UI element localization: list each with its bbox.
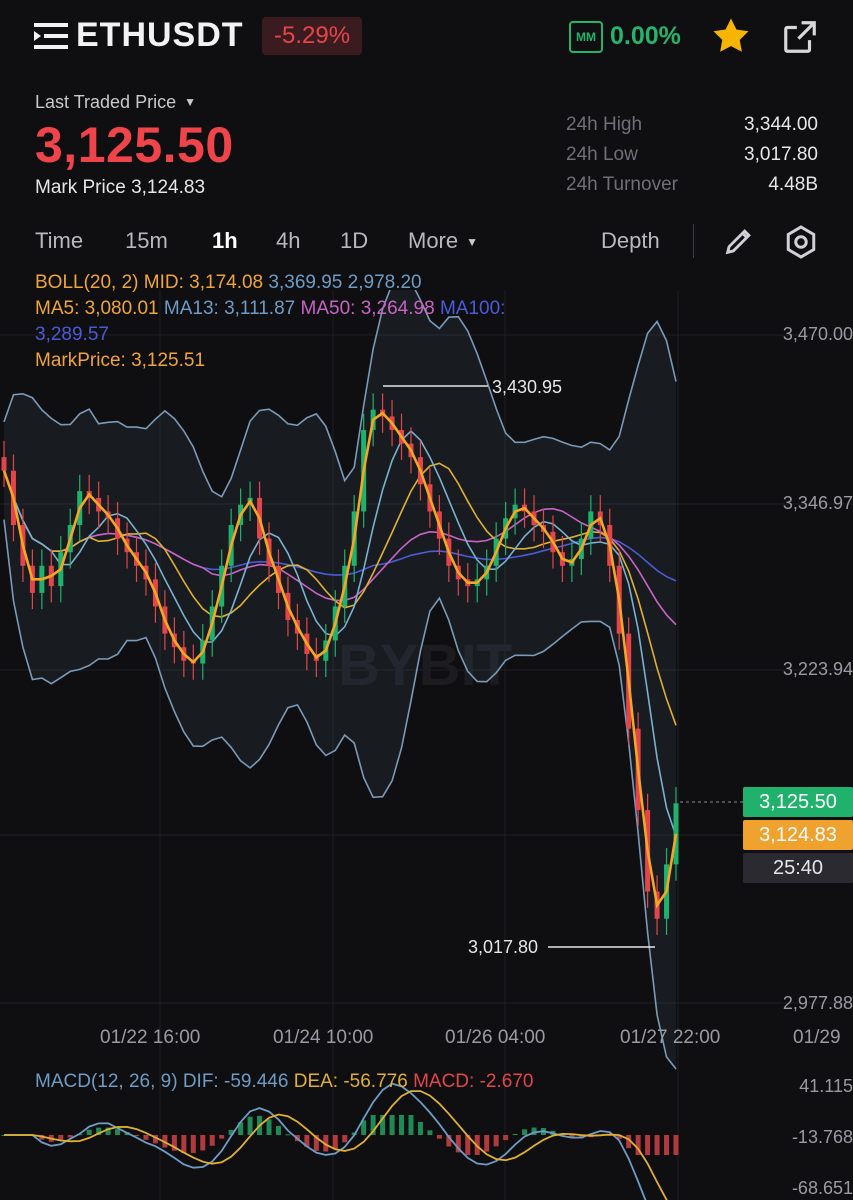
boll-legend: BOLL(20, 2) MID: 3,174.08 3,369.95 2,978… bbox=[35, 272, 422, 293]
bollinger-band bbox=[4, 290, 676, 1069]
macd-bar bbox=[399, 1115, 405, 1135]
x-tick: 01/24 10:00 bbox=[273, 1027, 374, 1048]
stats-panel: 24h High 3,344.00 24h Low 3,017.80 24h Tur… bbox=[566, 114, 818, 204]
macd-bar bbox=[484, 1135, 490, 1152]
macd-bar bbox=[522, 1129, 528, 1135]
macd-bar bbox=[493, 1135, 499, 1147]
macd-bar bbox=[247, 1116, 253, 1135]
macd-bar bbox=[200, 1135, 206, 1151]
symbol-title[interactable]: ETHUSDT bbox=[76, 16, 244, 55]
macd-bar bbox=[285, 1134, 291, 1136]
macd-bar bbox=[266, 1119, 272, 1135]
mark-price-tag: 3,124.83 bbox=[743, 820, 853, 850]
macd-bar bbox=[219, 1135, 225, 1139]
y-tick: 2,977.88 bbox=[782, 993, 853, 1013]
tab-4h[interactable]: 4h bbox=[276, 228, 300, 254]
y-tick: 3,346.97 bbox=[782, 493, 853, 513]
menu-icon[interactable] bbox=[34, 22, 68, 50]
gear-icon[interactable] bbox=[783, 224, 819, 260]
pencil-icon[interactable] bbox=[722, 224, 756, 258]
macd-bar bbox=[143, 1135, 149, 1140]
macd-bar bbox=[664, 1135, 670, 1155]
star-icon[interactable] bbox=[710, 15, 752, 57]
macd-bar bbox=[342, 1135, 348, 1143]
macd-bar bbox=[436, 1135, 442, 1139]
x-tick: 01/26 04:00 bbox=[445, 1027, 546, 1048]
y-tick: 3,470.00 bbox=[782, 324, 853, 344]
macd-bar bbox=[417, 1121, 423, 1135]
macd-bar bbox=[408, 1115, 414, 1135]
mm-icon: MM bbox=[569, 21, 603, 53]
ma-legend: MA5: 3,080.01 MA13: 3,111.87 MA50: 3,264… bbox=[35, 298, 506, 319]
markprice-legend: MarkPrice: 3,125.51 bbox=[35, 350, 206, 371]
stat-turnover: 24h Turnover 4.48B bbox=[566, 174, 818, 195]
macd-bar bbox=[332, 1135, 338, 1149]
macd-bar bbox=[275, 1125, 281, 1135]
macd-dea-line bbox=[4, 1090, 668, 1200]
mm-value[interactable]: 0.00% bbox=[610, 22, 681, 51]
stat-low: 24h Low 3,017.80 bbox=[566, 144, 818, 165]
low-annotation: 3,017.80 bbox=[468, 937, 539, 957]
x-tick: 01/29 bbox=[793, 1027, 841, 1048]
x-tick: 01/27 22:00 bbox=[620, 1027, 721, 1048]
last-price-tag: 3,125.50 bbox=[743, 787, 853, 817]
macd-dif-line bbox=[4, 1082, 647, 1200]
x-tick: 01/22 16:00 bbox=[100, 1027, 201, 1048]
macd-y-tick: -13.768 bbox=[791, 1127, 853, 1147]
macd-y-tick: -68.651 bbox=[791, 1178, 853, 1198]
countdown-tag: 25:40 bbox=[743, 853, 853, 883]
tab-15m[interactable]: 15m bbox=[125, 228, 168, 254]
macd-bar bbox=[209, 1135, 215, 1146]
tab-more[interactable]: More ▼ bbox=[408, 228, 478, 254]
mark-price: Mark Price 3,124.83 bbox=[35, 177, 206, 198]
caret-down-icon: ▼ bbox=[466, 235, 479, 249]
macd-bar bbox=[512, 1133, 518, 1135]
high-annotation: 3,430.95 bbox=[492, 377, 563, 397]
y-tick: 3,223.94 bbox=[782, 659, 853, 679]
ma100-value: 3,289.57 bbox=[35, 324, 109, 345]
macd-bar bbox=[115, 1129, 121, 1135]
macd-bar bbox=[645, 1135, 651, 1155]
caret-down-icon: ▼ bbox=[184, 95, 196, 109]
macd-bar bbox=[654, 1135, 660, 1155]
macd-bar bbox=[389, 1115, 395, 1135]
last-price: 3,125.50 bbox=[35, 117, 234, 173]
price-chart[interactable]: BYBIT bbox=[0, 290, 853, 1200]
macd-bar bbox=[427, 1130, 433, 1135]
change-badge: -5.29% bbox=[262, 17, 363, 55]
macd-legend: MACD(12, 26, 9) DIF: -59.446 DEA: -56.77… bbox=[35, 1071, 534, 1092]
tab-1d[interactable]: 1D bbox=[340, 228, 368, 254]
top-bar: ETHUSDT -5.29% MM 0.00% bbox=[0, 0, 853, 80]
macd-panel bbox=[1, 1082, 679, 1200]
macd-bar bbox=[673, 1135, 679, 1155]
macd-bar bbox=[86, 1129, 92, 1135]
divider bbox=[693, 224, 694, 258]
tab-1h[interactable]: 1h bbox=[212, 228, 238, 254]
last-traded-price-label[interactable]: Last Traded Price ▼ bbox=[35, 92, 196, 113]
tab-time[interactable]: Time bbox=[35, 228, 83, 254]
macd-bar bbox=[181, 1135, 187, 1154]
macd-y-tick: 41.115 bbox=[799, 1076, 853, 1096]
stat-high: 24h High 3,344.00 bbox=[566, 114, 818, 135]
tab-depth[interactable]: Depth bbox=[601, 228, 660, 254]
share-icon[interactable] bbox=[781, 18, 819, 56]
macd-bar bbox=[190, 1135, 196, 1154]
macd-bar bbox=[503, 1135, 509, 1141]
